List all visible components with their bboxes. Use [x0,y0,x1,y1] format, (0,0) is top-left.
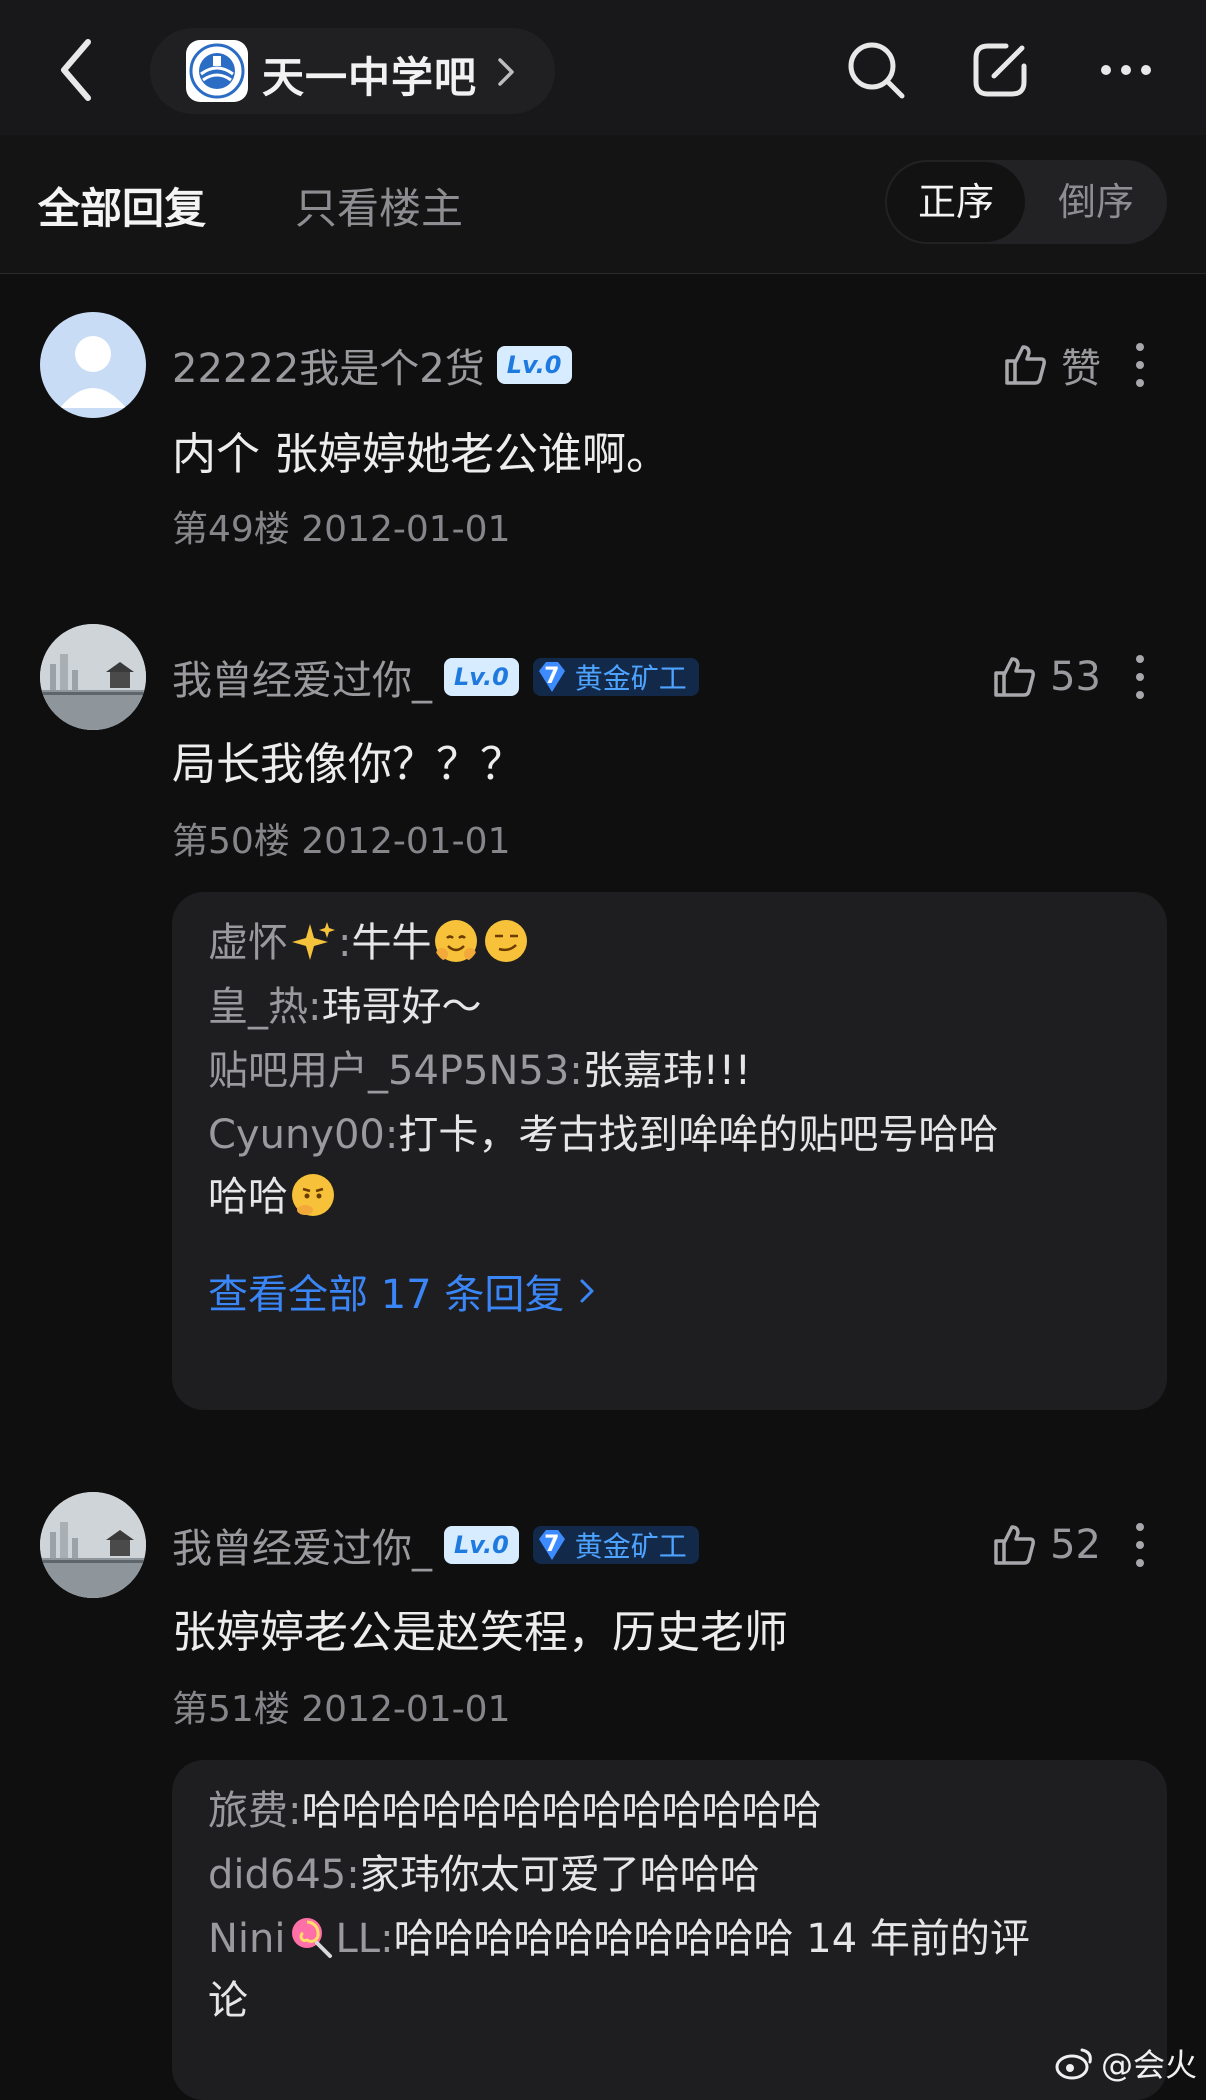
like-count: 53 [1050,654,1101,700]
user-info: 我曾经爱过你_ Lv.0 7 黄金矿工 [172,1515,699,1575]
post-more-icon[interactable] [1130,1515,1150,1575]
reply-author[interactable]: 虚怀 [208,920,288,966]
rank-title: 黄金矿工 [574,1530,687,1563]
sub-replies-box[interactable]: 旅费:哈哈哈哈哈哈哈哈哈哈哈哈哈 did645:家玮你太可爱了哈哈哈 Nini L… [172,1760,1167,2100]
forum-link[interactable]: 天一中学吧 [150,28,555,114]
reply-text: 牛牛 [351,920,432,966]
tab-owner-only[interactable]: 只看楼主 [295,175,463,236]
avatar[interactable] [40,624,146,730]
post-more-icon[interactable] [1130,647,1150,707]
reply-text: 玮哥好～ [321,984,482,1030]
post-meta: 第51楼 2012-01-01 [172,1680,510,1732]
reply-author[interactable]: 旅费 [208,1788,288,1834]
reply-author[interactable]: did645 [208,1852,346,1898]
search-icon[interactable] [842,36,910,104]
tab-all-replies[interactable]: 全部回复 [38,175,206,236]
post-meta: 第50楼 2012-01-01 [172,812,510,864]
sub-replies-box[interactable]: 虚怀:牛牛 皇_热:玮哥好～ 贴吧用户_54P5N53:张嘉玮!!! Cyuny… [172,892,1167,1410]
forum-logo [186,40,248,102]
reply-text: 张嘉玮!!! [582,1048,751,1094]
username[interactable]: 22222我是个2货 [172,336,485,394]
floor-number: 第50楼 [172,821,290,862]
sub-reply: 旅费:哈哈哈哈哈哈哈哈哈哈哈哈哈 [208,1788,822,1834]
thumbs-up-icon [1005,345,1046,385]
sparkles-icon [292,922,335,960]
rank-badge: 7 黄金矿工 [532,658,699,696]
rank-badge: 7 黄金矿工 [532,1526,699,1564]
chevron-right-icon [498,58,514,86]
diamond-icon: 7 [533,1526,571,1564]
sub-reply: 虚怀:牛牛 [208,912,1138,974]
post-content: 局长我像你？？？ [172,739,524,790]
reply-author[interactable]: 贴吧用户_54P5N53 [208,1048,569,1094]
reply-author[interactable]: Nini [208,1916,286,1962]
more-options-icon[interactable] [1092,36,1160,104]
sort-ascending-button[interactable]: 正序 [887,162,1025,242]
view-all-label: 查看全部 17 条回复 [208,1272,565,1318]
reply-text: 哈哈哈哈哈哈哈哈哈哈 14 年前的评 [393,1916,1030,1962]
avatar[interactable] [40,312,146,418]
reply-text-continued: 哈哈 [208,1174,288,1220]
sub-reply: Nini LL:哈哈哈哈哈哈哈哈哈哈 14 年前的评论 [208,1916,1030,2024]
reply-text: 家玮你太可爱了哈哈哈 [359,1852,760,1898]
back-arrow-icon[interactable] [48,30,108,110]
hug-emoji-icon [435,920,478,962]
reply-text: 哈哈哈哈哈哈哈哈哈哈哈哈哈 [301,1788,822,1834]
weibo-logo-icon [1055,2048,1092,2080]
view-all-replies-link[interactable]: 查看全部 17 条回复 [208,1262,598,1320]
reply-author[interactable]: 皇_热 [208,984,308,1030]
post-content: 内个 张婷婷她老公谁啊。 [172,429,670,480]
level-badge: Lv.0 [496,346,572,384]
post-content: 张婷婷老公是赵笑程，历史老师 [172,1607,788,1658]
forum-name: 天一中学吧 [262,53,478,102]
sort-descending-button[interactable]: 倒序 [1027,162,1165,242]
like-count: 52 [1050,1522,1101,1568]
sub-reply: Cyuny00:打卡，考古找到哞哞的贴吧号哈哈 哈哈 [208,1112,999,1220]
like-button[interactable]: 53 [990,647,1101,707]
sub-reply: 贴吧用户_54P5N53:张嘉玮!!! [208,1048,751,1094]
level-badge: Lv.0 [444,658,519,696]
rank-level: 7 [544,1532,560,1557]
post-meta: 第49楼 2012-01-01 [172,500,510,552]
weibo-watermark: @会火 [1055,2040,1197,2086]
rank-title: 黄金矿工 [574,662,687,695]
post-more-icon[interactable] [1130,335,1150,395]
username[interactable]: 我曾经爱过你_ [172,648,432,706]
watermark-text: @会火 [1101,2046,1198,2084]
reply-author[interactable]: Cyuny00 [208,1112,385,1158]
user-info: 22222我是个2货 Lv.0 [172,335,572,395]
user-info: 我曾经爱过你_ Lv.0 7 黄金矿工 [172,647,699,707]
lollipop-icon [291,1918,332,1958]
thumbs-up-icon [994,657,1036,697]
reply-text: 打卡，考古找到哞哞的贴吧号哈哈 [398,1112,999,1158]
edit-post-icon[interactable] [966,36,1034,104]
chevron-right-icon [580,1279,594,1303]
post-date: 2012-01-01 [301,821,511,862]
avatar[interactable] [40,1492,146,1598]
diamond-icon: 7 [533,658,571,696]
post-date: 2012-01-01 [301,509,511,550]
floor-number: 第51楼 [172,1689,290,1730]
thinking-emoji-icon [292,1174,334,1216]
post-date: 2012-01-01 [301,1689,511,1730]
thumbs-up-icon [994,1525,1036,1565]
level-badge: Lv.0 [444,1526,519,1564]
reply-text-continued: 论 [208,1978,248,2024]
like-button[interactable]: 52 [990,1515,1101,1575]
reply-filter-bar: 全部回复 只看楼主 正序 倒序 [0,135,1206,274]
like-label: 赞 [1061,346,1101,392]
floor-number: 第49楼 [172,509,290,550]
sort-order-toggle: 正序 倒序 [885,160,1167,244]
sub-reply: 皇_热:玮哥好～ [208,984,482,1030]
rank-level: 7 [544,664,560,689]
smirk-emoji-icon [485,920,528,962]
like-button[interactable]: 赞 [1001,335,1101,395]
sub-reply: did645:家玮你太可爱了哈哈哈 [208,1852,760,1898]
username[interactable]: 我曾经爱过你_ [172,1516,432,1574]
top-bar: 天一中学吧 [0,0,1206,135]
